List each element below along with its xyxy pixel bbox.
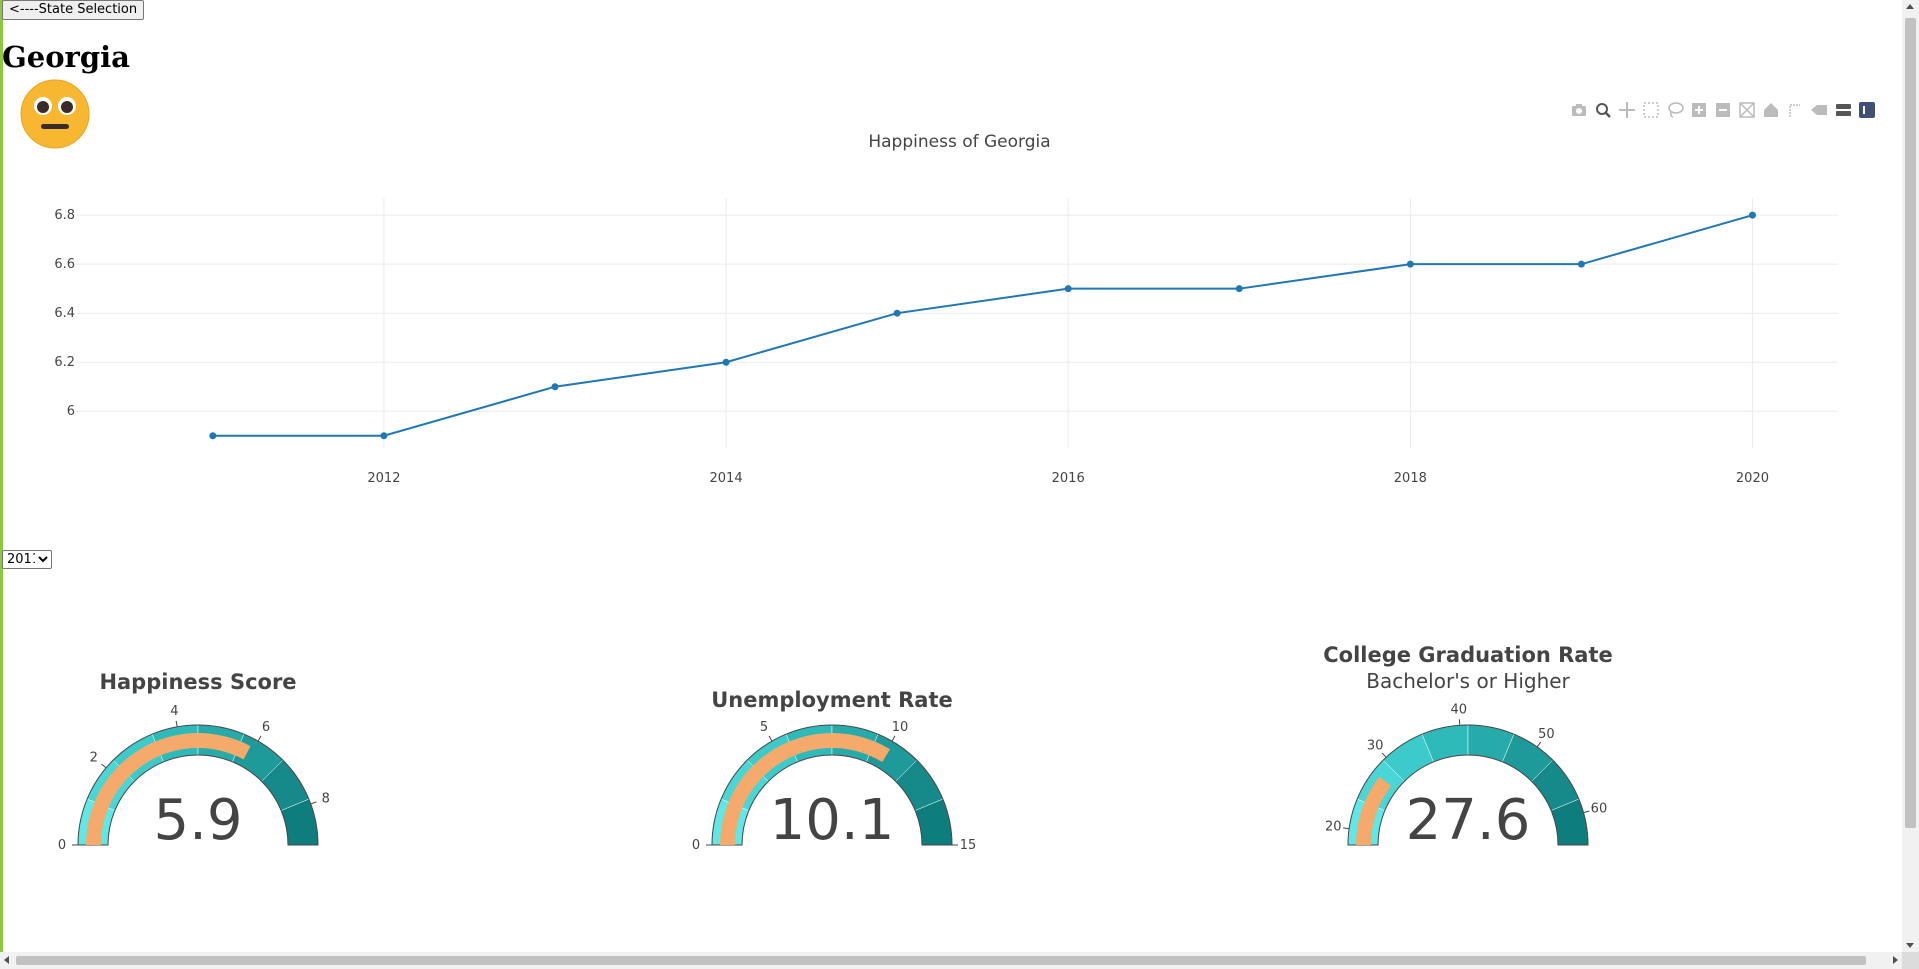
horizontal-scroll-thumb[interactable] [16, 956, 1866, 965]
data-point[interactable] [209, 432, 217, 440]
x-tick-label: 2020 [1736, 471, 1769, 486]
zoom-out-icon[interactable] [1714, 101, 1732, 119]
gauge-tick [101, 763, 107, 769]
data-point[interactable] [1235, 285, 1243, 293]
chart-title: Happiness of Georgia [868, 132, 1051, 152]
plotly-logo-icon[interactable] [1858, 101, 1876, 119]
x-tick-label: 2014 [710, 471, 743, 486]
autoscale-icon[interactable] [1738, 101, 1756, 119]
gauge-unemployment-rate: Unemployment Rate 0 5 10 15 10.1 [652, 636, 1012, 866]
box-select-icon[interactable] [1642, 101, 1660, 119]
lasso-icon[interactable] [1666, 101, 1684, 119]
gauge-tick [768, 735, 773, 742]
gauge-tick-label: 15 [960, 838, 977, 853]
y-tick-label: 6 [67, 404, 75, 419]
y-tick-label: 6.2 [54, 355, 75, 370]
gauge-tick [310, 801, 317, 805]
x-tick-label: 2018 [1394, 471, 1427, 486]
x-tick-label: 2012 [367, 471, 400, 486]
gauge-tick-label: 2 [90, 751, 98, 766]
scroll-left-arrow-icon[interactable] [4, 956, 9, 964]
gauge-tick-label: 8 [322, 791, 330, 806]
data-point[interactable] [893, 309, 901, 317]
data-point[interactable] [1406, 260, 1414, 268]
plot-modebar [1570, 101, 1876, 119]
vertical-scrollbar[interactable] [1902, 0, 1919, 952]
pan-icon[interactable] [1618, 101, 1636, 119]
gauge-tick-label: 40 [1450, 702, 1467, 717]
hover-compare-icon[interactable] [1834, 101, 1852, 119]
data-point[interactable] [380, 432, 388, 440]
spike-lines-icon[interactable] [1786, 101, 1804, 119]
gauge-dial: 0 5 10 15 10.1 [692, 720, 977, 853]
x-tick-label: 2016 [1052, 471, 1085, 486]
scroll-right-arrow-icon[interactable] [1893, 956, 1898, 964]
gauge-tick [1343, 827, 1350, 830]
gauge-tick [175, 720, 178, 727]
series-line [212, 214, 1753, 437]
y-tick-label: 6.4 [54, 306, 75, 321]
gauge-college-graduation-rate: College Graduation Rate Bachelor's or Hi… [1288, 636, 1648, 866]
y-tick-label: 6.6 [54, 257, 75, 272]
gauge-value: 10.1 [770, 788, 895, 853]
gauge-tick-label: 10 [892, 720, 909, 735]
gauge-tick-label: 20 [1325, 819, 1342, 834]
data-point[interactable] [1577, 260, 1585, 268]
gauge-value: 27.6 [1406, 788, 1531, 853]
gauge-dial: 20 30 40 50 60 27.6 [1325, 702, 1608, 853]
scrollbar-corner [1902, 952, 1919, 969]
vertical-scroll-thumb[interactable] [1905, 18, 1916, 828]
gauge-happiness-score: Happiness Score 0 2 4 6 8 5.9 [18, 636, 378, 866]
reset-axes-icon[interactable] [1762, 101, 1780, 119]
scroll-up-arrow-icon[interactable] [1906, 4, 1914, 9]
horizontal-scrollbar[interactable] [0, 952, 1902, 969]
scroll-down-arrow-icon[interactable] [1906, 943, 1914, 948]
camera-icon[interactable] [1570, 101, 1588, 119]
gauge-tick [257, 735, 262, 742]
data-point[interactable] [1748, 211, 1756, 219]
gauge-tick [1583, 810, 1590, 814]
gauge-tick [891, 735, 896, 742]
data-point[interactable] [722, 358, 730, 366]
gauge-tick-label: 4 [170, 704, 178, 719]
gauge-tick-label: 0 [692, 838, 700, 853]
gauge-value: 5.9 [153, 788, 242, 853]
gauge-tick-label: 50 [1538, 727, 1555, 742]
gauge-tick-label: 30 [1367, 739, 1384, 754]
gauge-tick-label: 6 [262, 720, 270, 735]
gauge-tick-label: 0 [58, 838, 66, 853]
gauge-tick-label: 60 [1591, 801, 1608, 816]
data-point[interactable] [551, 383, 559, 391]
data-point[interactable] [1064, 285, 1072, 293]
happiness-line-chart[interactable]: 6 6.2 6.4 6.6 6.8 2012 2014 2016 2018 2020 [0, 180, 1880, 500]
back-to-state-selection-button[interactable]: <----State Selection [2, 0, 145, 20]
zoom-in-icon[interactable] [1690, 101, 1708, 119]
year-dropdown[interactable]: 2011 [2, 550, 52, 569]
gauge-tick-label: 5 [760, 720, 768, 735]
y-tick-label: 6.8 [54, 208, 75, 223]
gauge-tick [1536, 741, 1542, 748]
zoom-icon[interactable] [1594, 101, 1612, 119]
state-title: Georgia [2, 40, 130, 74]
gauge-dial: 0 2 4 6 8 5.9 [58, 704, 330, 853]
hover-closest-icon[interactable] [1810, 101, 1828, 119]
